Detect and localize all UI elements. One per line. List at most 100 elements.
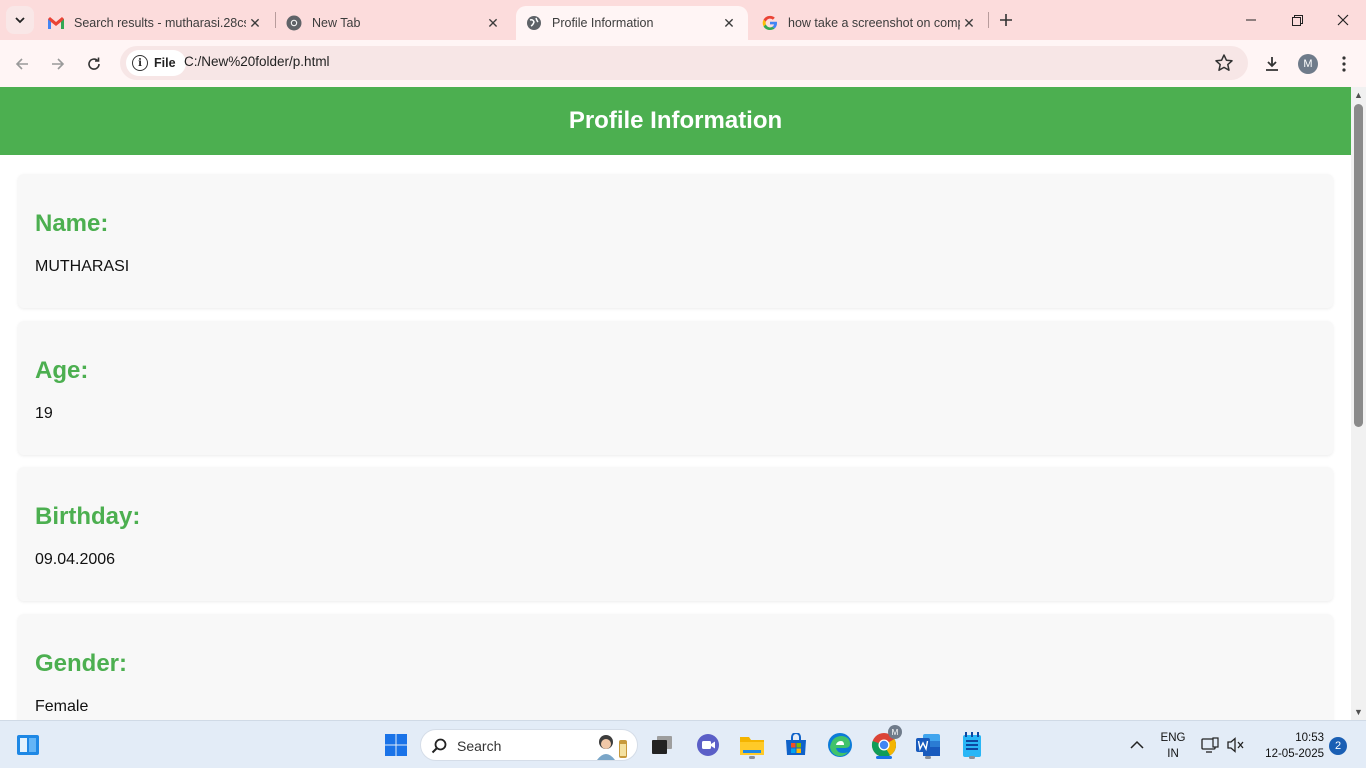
volume-button[interactable] [1222,729,1250,761]
download-icon [1266,57,1278,71]
tab-new-tab[interactable]: New Tab ✕ [276,6,512,40]
network-icon [1201,737,1219,753]
arrow-right-icon [52,58,65,70]
menu-button[interactable] [1330,50,1358,78]
field-label: Name: [35,210,109,237]
tab-title: New Tab [312,16,361,30]
clock[interactable]: 10:53 12-05-2025 [1252,730,1324,762]
avatar: M [1298,54,1318,74]
address-bar[interactable]: i File C:/New%20folder/p.html [120,46,1248,80]
bookmark-star-icon[interactable] [1214,53,1234,73]
tab-title: Search results - mutharasi.28cs [74,16,246,30]
scrollbar-thumb[interactable] [1354,104,1363,427]
meet-button[interactable] [692,729,724,761]
network-button[interactable] [1196,729,1224,761]
notification-badge[interactable]: 2 [1329,737,1347,755]
close-window-button[interactable] [1320,0,1366,40]
minimize-button[interactable] [1228,0,1274,40]
gmail-icon [48,15,64,31]
restore-button[interactable] [1274,0,1320,40]
reload-button[interactable] [80,50,108,78]
close-tab-icon[interactable]: ✕ [484,14,502,32]
notepad-button[interactable] [956,729,988,761]
running-indicator [925,756,931,759]
edge-button[interactable] [824,729,856,761]
close-tab-icon[interactable]: ✕ [720,14,738,32]
chrome-profile-badge: M [888,725,902,739]
clock-time: 10:53 [1295,732,1324,744]
store-button[interactable] [780,729,812,761]
minimize-icon [1246,19,1256,21]
chevron-down-icon [15,17,25,24]
close-tab-icon[interactable]: ✕ [960,14,978,32]
downloads-button[interactable] [1258,50,1286,78]
page-viewport: Profile Information Name: MUTHARASI Age:… [0,87,1351,720]
more-vertical-icon [1342,56,1346,72]
volume-muted-icon [1227,737,1244,753]
close-tab-icon[interactable]: ✕ [246,14,264,32]
file-explorer-button[interactable] [736,729,768,761]
tab-gmail[interactable]: Search results - mutharasi.28cs ✕ [38,6,274,40]
search-highlight-icon [597,735,627,760]
search-placeholder: Search [457,738,502,754]
tab-title: Profile Information [552,16,654,30]
field-label: Age: [35,357,89,384]
profile-card-gender: Gender: Female [18,614,1333,720]
scroll-down-arrow-icon[interactable]: ▼ [1353,706,1364,718]
tab-strip: Search results - mutharasi.28cs ✕ New Ta… [0,0,1366,40]
running-indicator [749,756,755,759]
url-text[interactable]: C:/New%20folder/p.html [184,54,330,69]
video-chat-icon [697,734,719,756]
region-code: IN [1167,748,1179,760]
plus-icon [1000,14,1012,26]
site-info-chip[interactable]: i File [126,50,186,76]
page-header: Profile Information [0,87,1351,155]
start-button[interactable] [380,729,412,761]
running-indicator [969,756,975,759]
widgets-button[interactable] [12,729,44,761]
field-value: 19 [35,405,53,422]
page-title: Profile Information [568,107,783,134]
language-code: ENG [1160,732,1186,744]
tab-search-button[interactable] [6,6,34,34]
windows-logo-icon [385,734,407,756]
tab-divider [988,12,989,28]
word-button[interactable] [912,729,944,761]
scroll-up-arrow-icon[interactable]: ▲ [1353,89,1364,101]
vertical-scrollbar[interactable]: ▲ ▼ [1351,87,1366,720]
tab-google-search[interactable]: how take a screenshot on comp ✕ [752,6,988,40]
new-tab-button[interactable] [994,8,1018,32]
edge-icon [828,733,852,757]
tab-title: how take a screenshot on comp [788,16,960,30]
input-language[interactable]: ENG IN [1156,730,1190,762]
clock-date: 12-05-2025 [1265,748,1324,760]
profile-card-age: Age: 19 [18,321,1333,455]
profile-card-name: Name: MUTHARASI [18,174,1333,308]
task-view-button[interactable] [646,729,678,761]
browser-toolbar: i File C:/New%20folder/p.html M [0,40,1366,87]
notepad-icon [963,732,981,757]
tab-profile-information[interactable]: Profile Information ✕ [516,6,748,40]
field-label: Birthday: [35,503,141,530]
profile-button[interactable]: M [1294,50,1322,78]
field-value: MUTHARASI [35,258,130,275]
chrome-taskbar-button[interactable]: M [868,725,902,761]
taskbar-search[interactable]: Search [420,729,638,761]
field-value: Female [35,698,89,715]
reload-icon [88,57,100,70]
profile-card-birthday: Birthday: 09.04.2006 [18,467,1333,601]
forward-button[interactable] [44,50,72,78]
back-button[interactable] [8,50,36,78]
store-icon [786,733,806,755]
restore-icon [1291,14,1303,26]
chrome-icon [286,15,302,31]
info-icon: i [132,55,148,71]
chevron-up-icon [1130,740,1144,749]
show-hidden-icons-button[interactable] [1122,729,1152,761]
taskbar: Search M ENG IN 10:53 12-05-2025 2 [0,720,1366,768]
task-view-icon [652,736,672,754]
field-label: Gender: [35,650,128,677]
word-icon [916,734,940,756]
globe-icon [526,15,542,31]
folder-icon [740,737,764,755]
